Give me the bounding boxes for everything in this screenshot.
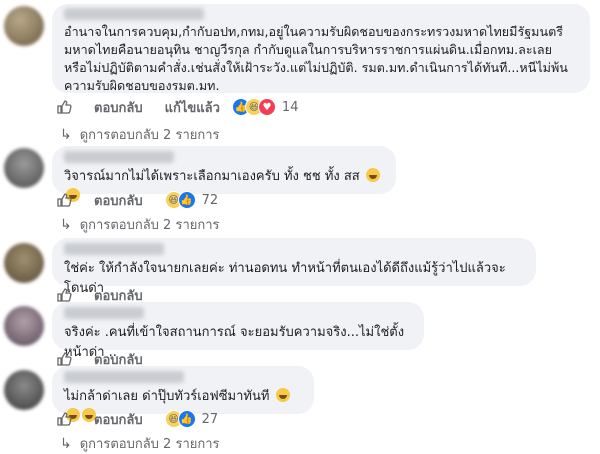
- like-button[interactable]: [56, 411, 72, 427]
- comment-body: ไม่กล้าด่าเลย ด่าปุ๊บทัวร์เอฟซีมาทันที: [64, 389, 270, 404]
- comment-actions: ตอบกลับ 😆 👍 27: [56, 409, 218, 429]
- view-replies-link[interactable]: ↳ ดูการตอบกลับ 2 รายการ: [60, 214, 220, 235]
- author-name-blurred[interactable]: [64, 307, 144, 319]
- reaction-count: 27: [201, 411, 219, 427]
- reply-button[interactable]: ตอบกลับ: [94, 97, 143, 118]
- thumbs-up-icon: [57, 412, 72, 426]
- thumbs-up-icon: [57, 100, 72, 114]
- like-reaction-icon: 👍: [177, 410, 196, 428]
- comment-bubble: ใช่ค่ะ ให้กำลังใจนายกเลยค่ะ ท่านอดทน ทำห…: [52, 238, 536, 296]
- author-name-blurred[interactable]: [64, 371, 184, 383]
- comment-bubble: วิจารณ์มากไม่ได้เพราะเลือกมาเองครับ ทั้ง…: [52, 146, 396, 202]
- avatar[interactable]: [4, 148, 44, 188]
- reaction-count: 14: [281, 99, 299, 115]
- view-replies-label: ดูการตอบกลับ 2 รายการ: [79, 128, 220, 143]
- thumbs-up-icon: [57, 193, 72, 207]
- like-button[interactable]: [56, 99, 72, 115]
- author-name-blurred[interactable]: [64, 151, 174, 163]
- view-replies-link[interactable]: ↳ ดูการตอบกลับ 2 รายการ: [60, 433, 220, 454]
- comment-bubble: ไม่กล้าด่าเลย ด่าปุ๊บทัวร์เอฟซีมาทันที: [52, 366, 314, 422]
- reply-arrow-icon: ↳: [60, 126, 72, 143]
- reply-arrow-icon: ↳: [60, 216, 72, 233]
- author-name-blurred[interactable]: [64, 8, 204, 20]
- like-reaction-icon: 👍: [177, 191, 196, 209]
- reaction-count: 72: [201, 192, 219, 208]
- comment-actions: ตอบกลับ 😆 👍 72: [56, 190, 218, 210]
- reply-button[interactable]: ตอบกลับ: [94, 190, 143, 211]
- comment-bubble: จริงค่ะ .คนที่เข้าใจสถานการณ์ จะยอมรับคว…: [52, 302, 424, 360]
- like-button[interactable]: [56, 287, 72, 303]
- reply-arrow-icon: ↳: [60, 435, 72, 452]
- avatar[interactable]: [4, 370, 44, 410]
- avatar[interactable]: [4, 243, 44, 283]
- avatar[interactable]: [4, 6, 44, 46]
- reply-button[interactable]: ตอบกลับ: [94, 409, 143, 430]
- reactions[interactable]: 😆 👍 27: [164, 410, 219, 428]
- author-name-blurred[interactable]: [64, 243, 164, 255]
- comment-text: อำนาจในการควบคุม,กำกับอปท,กทม,อยู่ในความ…: [64, 24, 568, 93]
- love-reaction-icon: ♥: [257, 98, 276, 116]
- comment-actions: ตอบกลับ แก้ไขแล้ว 👍 😆 ♥ 14: [56, 97, 298, 117]
- comment-bubble: อำนาจในการควบคุม,กำกับอปท,กทม,อยู่ในความ…: [52, 4, 590, 93]
- thumbs-up-icon: [57, 352, 72, 366]
- thumbs-up-icon: [57, 288, 72, 302]
- reactions[interactable]: 👍 😆 ♥ 14: [231, 98, 299, 116]
- like-button[interactable]: [56, 351, 72, 367]
- grin-emoji-icon: [275, 388, 290, 402]
- edited-label: แก้ไขแล้ว: [164, 100, 220, 116]
- view-replies-label: ดูการตอบกลับ 2 รายการ: [79, 437, 220, 452]
- view-replies-link[interactable]: ↳ ดูการตอบกลับ 2 รายการ: [60, 124, 220, 145]
- reactions[interactable]: 😆 👍 72: [164, 191, 219, 209]
- like-button[interactable]: [56, 192, 72, 208]
- avatar[interactable]: [4, 306, 44, 346]
- grin-emoji-icon: [365, 168, 380, 182]
- comment-body: วิจารณ์มากไม่ได้เพราะเลือกมาเองครับ ทั้ง…: [64, 169, 360, 184]
- view-replies-label: ดูการตอบกลับ 2 รายการ: [79, 218, 220, 233]
